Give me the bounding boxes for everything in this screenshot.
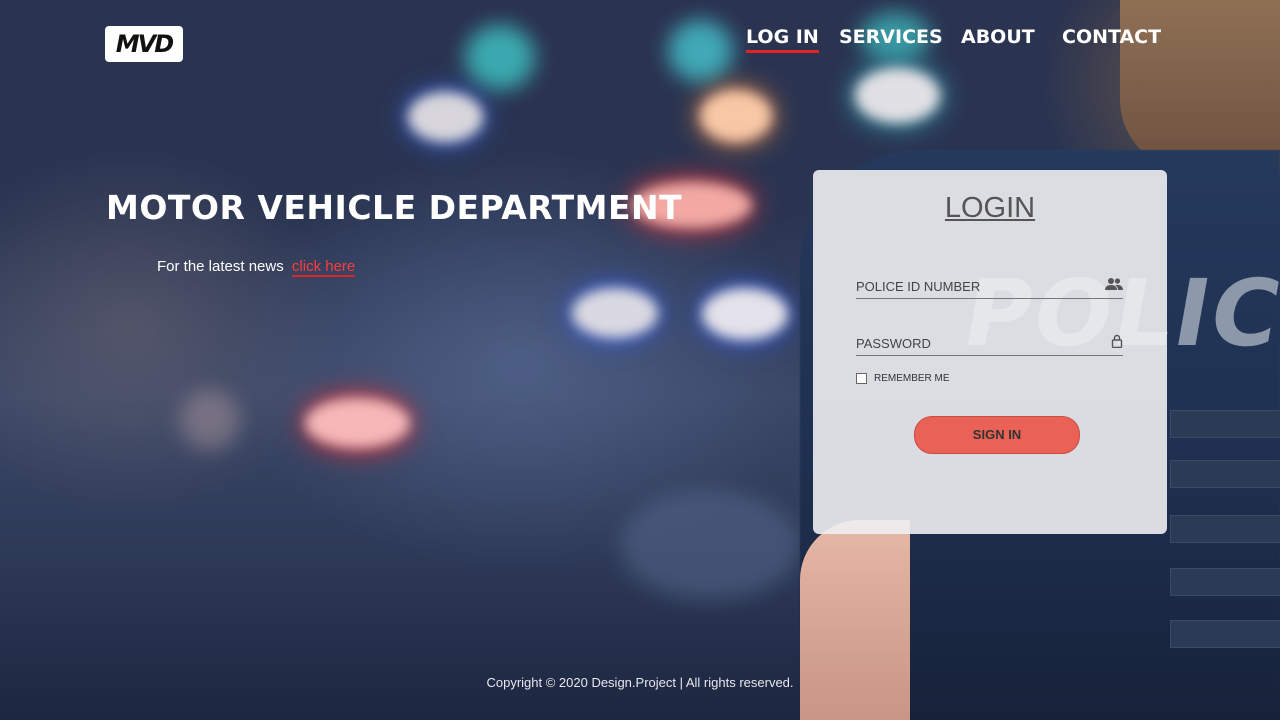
nav-services[interactable]: SERVICES: [839, 24, 943, 50]
remember-me[interactable]: REMEMBER ME: [856, 373, 950, 384]
main-nav: LOG IN SERVICES ABOUT CONTACT: [0, 24, 1280, 54]
password-field[interactable]: PASSWORD: [856, 325, 1123, 356]
nav-log-in[interactable]: LOG IN: [746, 24, 819, 53]
news-line: For the latest news click here: [157, 258, 356, 277]
page-title: MOTOR VEHICLE DEPARTMENT: [106, 188, 683, 227]
lock-icon: [1111, 334, 1123, 355]
news-link[interactable]: click here: [291, 258, 356, 277]
footer-copyright: Copyright © 2020 Design.Project | All ri…: [486, 675, 794, 690]
news-prefix: For the latest news: [157, 258, 284, 275]
nav-contact[interactable]: CONTACT: [1062, 24, 1161, 50]
remember-me-checkbox[interactable]: [856, 373, 867, 384]
login-title: LOGIN: [944, 192, 1036, 224]
login-panel: LOGIN POLICE ID NUMBER PASSWORD REMEMBER…: [813, 170, 1167, 534]
police-id-field[interactable]: POLICE ID NUMBER: [856, 268, 1123, 299]
remember-me-label: REMEMBER ME: [874, 373, 950, 384]
users-icon: [1105, 277, 1123, 298]
nav-about[interactable]: ABOUT: [961, 24, 1035, 50]
sign-in-button[interactable]: SIGN IN: [914, 416, 1080, 454]
password-placeholder: PASSWORD: [856, 336, 931, 351]
police-id-placeholder: POLICE ID NUMBER: [856, 279, 981, 294]
